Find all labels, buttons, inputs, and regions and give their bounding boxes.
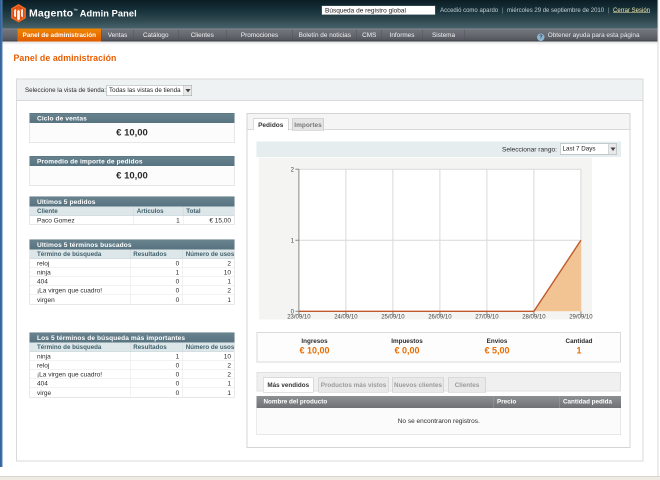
svg-text:28/09/10: 28/09/10 xyxy=(522,314,546,320)
svg-text:24/09/10: 24/09/10 xyxy=(334,314,358,320)
svg-text:29/09/10: 29/09/10 xyxy=(569,314,593,320)
svg-text:25/09/10: 25/09/10 xyxy=(381,314,405,320)
svg-text:23/09/10: 23/09/10 xyxy=(287,314,311,320)
svg-text:2: 2 xyxy=(290,167,294,173)
svg-text:1: 1 xyxy=(290,238,294,244)
svg-text:26/09/10: 26/09/10 xyxy=(428,314,452,320)
svg-text:27/09/10: 27/09/10 xyxy=(475,314,499,320)
